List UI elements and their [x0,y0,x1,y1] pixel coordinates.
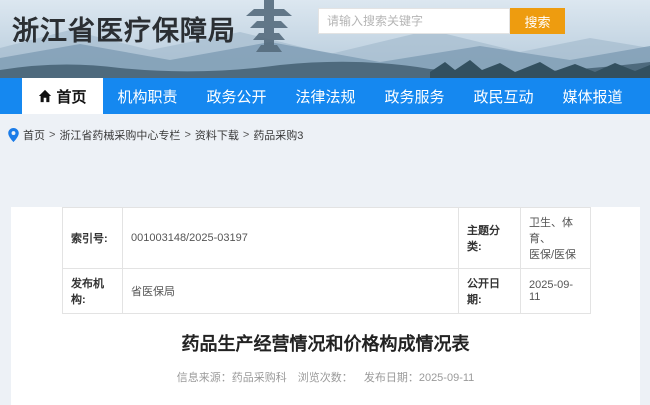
meta-publish-date: 发布日期：2025-09-11 [364,372,474,384]
breadcrumb-home[interactable]: 首页 [23,127,45,143]
index-number-value: 001003148/2025-03197 [123,208,459,269]
breadcrumb-separator: > [49,129,55,141]
nav-item-duties[interactable]: 机构职责 [103,78,192,114]
breadcrumb-downloads[interactable]: 资料下载 [195,127,239,143]
issuing-agency-value: 省医保局 [123,269,459,314]
search-input[interactable] [318,8,510,34]
meta-source: 信息来源：药品采购科 [177,372,287,384]
issuing-agency-label: 发布机构: [63,269,123,314]
table-row: 发布机构: 省医保局 公开日期: 2025-09-11 [63,269,591,314]
site-title: 浙江省医疗保障局 [12,9,236,48]
index-number-label: 索引号: [63,208,123,269]
article-meta: 信息来源：药品采购科 浏览次数： 发布日期：2025-09-11 [11,369,640,385]
nav-item-gov-services[interactable]: 政务服务 [370,78,459,114]
breadcrumb-separator: > [243,129,249,141]
table-row: 索引号: 001003148/2025-03197 主题分类: 卫生、体育、 医… [63,208,591,269]
article-card: 索引号: 001003148/2025-03197 主题分类: 卫生、体育、 医… [11,207,640,405]
topic-category-value: 卫生、体育、 医保/医保 [521,208,591,269]
breadcrumb-separator: > [184,129,190,141]
publish-date-label: 公开日期: [459,269,521,314]
breadcrumb-procurement-center[interactable]: 浙江省药械采购中心专栏 [59,127,180,143]
main-nav: 首页 机构职责 政务公开 法律法规 政务服务 政民互动 媒体报道 [0,78,650,114]
search-button[interactable]: 搜索 [510,8,565,34]
meta-view-count: 浏览次数： [298,372,353,384]
publish-date-value: 2025-09-11 [521,269,591,314]
nav-item-label: 首页 [56,86,86,107]
location-pin-icon [8,128,19,142]
site-header: 浙江省医疗保障局 搜索 [0,0,650,78]
nav-item-public-interaction[interactable]: 政民互动 [459,78,548,114]
topic-category-label: 主题分类: [459,208,521,269]
article-title: 药品生产经营情况和价格构成情况表 [11,330,640,356]
nav-item-laws[interactable]: 法律法规 [281,78,370,114]
breadcrumb-current-page: 药品采购3 [253,127,303,143]
nav-item-gov-disclosure[interactable]: 政务公开 [192,78,281,114]
nav-item-home[interactable]: 首页 [22,78,103,114]
home-icon [38,89,52,103]
document-info-table: 索引号: 001003148/2025-03197 主题分类: 卫生、体育、 医… [62,207,591,314]
search-box: 搜索 [318,8,565,34]
breadcrumb: 首页 > 浙江省药械采购中心专栏 > 资料下载 > 药品采购3 [0,114,650,156]
nav-item-media[interactable]: 媒体报道 [548,78,637,114]
